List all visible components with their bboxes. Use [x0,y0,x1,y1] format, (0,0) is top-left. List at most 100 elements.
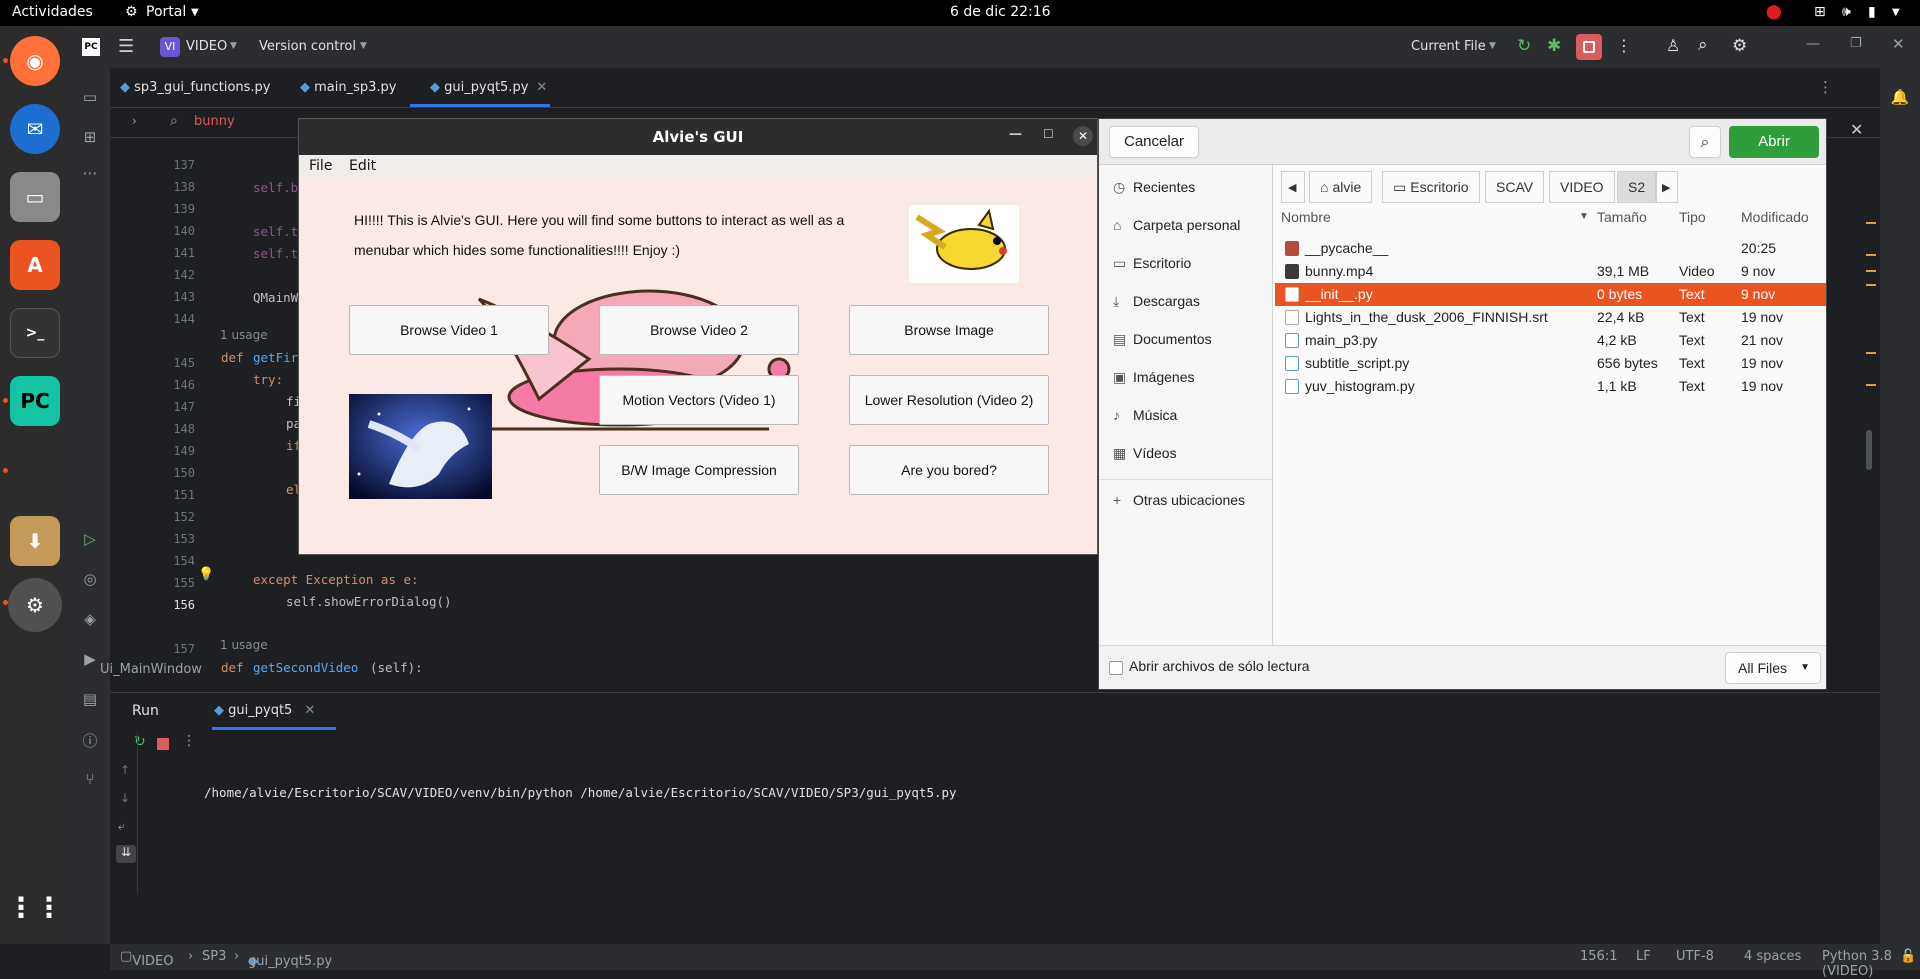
indent-setting[interactable]: 4 spaces [1744,949,1801,964]
usage-hint[interactable]: 1 usage [220,638,268,652]
path-back-icon[interactable]: ◀ [1281,171,1305,203]
thunderbird-icon[interactable]: ✉ [10,104,60,154]
installer-icon[interactable]: ⬇ [10,516,60,566]
problems-icon[interactable]: ⓘ [80,730,100,750]
more-icon[interactable]: ⋮ [182,733,196,749]
file-row[interactable]: Lights_in_the_dusk_2006_FINNISH.srt 22,4… [1275,306,1826,329]
rerun-icon[interactable]: ↻ [1517,36,1531,56]
usage-hint[interactable]: 1 usage [220,328,268,342]
git-icon[interactable]: ⑂ [80,770,100,790]
search-icon[interactable]: ⌕ [1689,126,1721,158]
python-packages-icon[interactable]: ◎ [80,570,100,590]
expand-icon[interactable]: › [132,114,137,128]
close-icon[interactable]: ✕ [1892,35,1905,53]
code-function-name[interactable]: getFir [253,350,298,365]
record-indicator-icon[interactable]: ⬤ [1766,4,1782,20]
lower-resolution-button[interactable]: Lower Resolution (Video 2) [849,375,1049,425]
file-row[interactable]: __pycache__ 20:25 [1275,237,1826,260]
browse-image-button[interactable]: Browse Image [849,305,1049,355]
network-icon[interactable]: ⊞ [1814,4,1826,20]
readonly-checkbox[interactable] [1109,661,1123,675]
firefox-icon[interactable]: ◉ [10,36,60,86]
layers-icon[interactable]: ◈ [80,610,100,630]
path-s2[interactable]: S2 [1617,171,1657,203]
project-icon[interactable]: ▭ [80,88,100,108]
place-descargas[interactable]: ⤓ Descargas [1113,293,1200,310]
minimize-icon[interactable]: — [1009,127,1022,142]
dialog-close-icon[interactable]: ✕ [1850,120,1863,139]
scroll-to-end-icon[interactable]: ⇊ [116,845,136,863]
file-row[interactable]: bunny.mp4 39,1 MB Video 9 nov [1275,260,1826,283]
editor-breadcrumb[interactable]: Ui_MainWindow [100,662,202,677]
show-apps-icon[interactable]: ⋮⋮ [7,882,63,932]
code-keyword[interactable]: def [221,660,244,675]
editor-scrollbar[interactable] [1866,430,1872,470]
settings-icon[interactable]: ⚙ [8,578,62,632]
read-only-toggle-icon[interactable]: 🔓 [1900,949,1916,964]
volume-icon[interactable]: 🕪 [1842,4,1851,20]
minimize-icon[interactable]: — [1806,36,1820,52]
code-line[interactable]: QMainW [253,290,298,305]
files-icon[interactable]: ▭ [10,172,60,222]
path-escritorio[interactable]: ▭ Escritorio [1382,171,1480,203]
search-icon[interactable]: ⌕ [1698,35,1708,55]
run-panel-title[interactable]: Run [132,703,159,719]
lightbulb-icon[interactable]: 💡 [198,567,214,582]
menu-edit[interactable]: Edit [349,158,376,174]
settings-icon[interactable]: ⚙ [1732,36,1747,56]
line-separator[interactable]: LF [1636,949,1651,964]
file-filter-select[interactable]: All Files ▼ [1725,652,1821,684]
path-video[interactable]: VIDEO [1549,171,1615,203]
file-row[interactable]: yuv_histogram.py 1,1 kB Text 19 nov [1275,375,1826,398]
tab-options-icon[interactable]: ⋮ [1818,78,1833,96]
code-args[interactable]: (self): [370,660,423,675]
menu-file[interactable]: File [309,158,332,174]
place-recientes[interactable]: ◷ Recientes [1113,179,1195,196]
column-nombre[interactable]: Nombre [1281,209,1331,225]
pycharm-icon[interactable]: PC [10,376,60,426]
run-tool-icon[interactable]: ▷ [80,530,100,550]
stop-button[interactable] [1576,34,1602,60]
column-tamano[interactable]: Tamaño [1597,209,1647,225]
open-button[interactable]: Abrir [1729,126,1819,158]
place-documentos[interactable]: ▤ Documentos [1113,331,1212,348]
battery-icon[interactable]: ▮ [1868,4,1876,20]
status-breadcrumb-folder[interactable]: SP3 [202,949,226,964]
tab-main-sp3[interactable]: ◆ main_sp3.py [300,80,397,95]
are-you-bored-button[interactable]: Are you bored? [849,445,1049,495]
column-modificado[interactable]: Modificado [1741,209,1809,225]
motion-vectors-button[interactable]: Motion Vectors (Video 1) [599,375,799,425]
tab-sp3-gui-functions[interactable]: ◆ sp3_gui_functions.py [120,80,271,95]
bw-image-compression-button[interactable]: B/W Image Compression [599,445,799,495]
app-menu[interactable]: Portal [146,4,186,20]
services-icon[interactable]: ▶ [80,650,100,670]
up-arrow-icon[interactable]: ↑ [120,763,130,777]
close-tab-icon[interactable]: ✕ [304,703,315,718]
run-config-tab[interactable]: ◆ gui_pyqt5 ✕ [214,703,315,718]
code-line[interactable]: except Exception as e: [253,572,419,587]
browse-video-1-button[interactable]: Browse Video 1 [349,305,549,355]
column-tipo[interactable]: Tipo [1679,209,1706,225]
notifications-icon[interactable]: 🔔 [1890,88,1910,108]
path-forward-icon[interactable]: ▶ [1656,171,1678,203]
vcs-menu[interactable]: Version control [259,39,356,54]
status-breadcrumb-project[interactable]: ▢ VIDEO [120,949,173,969]
soft-wrap-icon[interactable]: ⤶ [118,819,125,834]
place-imagenes[interactable]: ▣ Imágenes [1113,369,1194,386]
file-row-selected[interactable]: __init__.py 0 bytes Text 9 nov [1275,283,1826,306]
code-function-name[interactable]: getSecondVideo [253,660,358,675]
clock[interactable]: 6 de dic 22:16 [950,4,1051,20]
project-selector[interactable]: VIDEO [186,39,227,54]
place-otras-ubicaciones[interactable]: + Otras ubicaciones [1113,492,1245,508]
cancel-button[interactable]: Cancelar [1109,126,1199,158]
code-line[interactable]: self.t [253,224,298,239]
place-musica[interactable]: ♪ Música [1113,407,1177,423]
main-menu-icon[interactable]: ☰ [118,36,134,57]
activities-button[interactable]: Actividades [12,4,93,20]
tab-gui-pyqt5[interactable]: ◆ gui_pyqt5.py ✕ [430,80,547,95]
code-line[interactable]: try: [253,372,283,387]
code-line[interactable]: self.showErrorDialog() [286,594,452,609]
code-line[interactable]: self.b [253,180,298,195]
system-menu-chevron-icon[interactable]: ▼ [1892,7,1900,18]
stop-icon[interactable] [157,738,169,750]
